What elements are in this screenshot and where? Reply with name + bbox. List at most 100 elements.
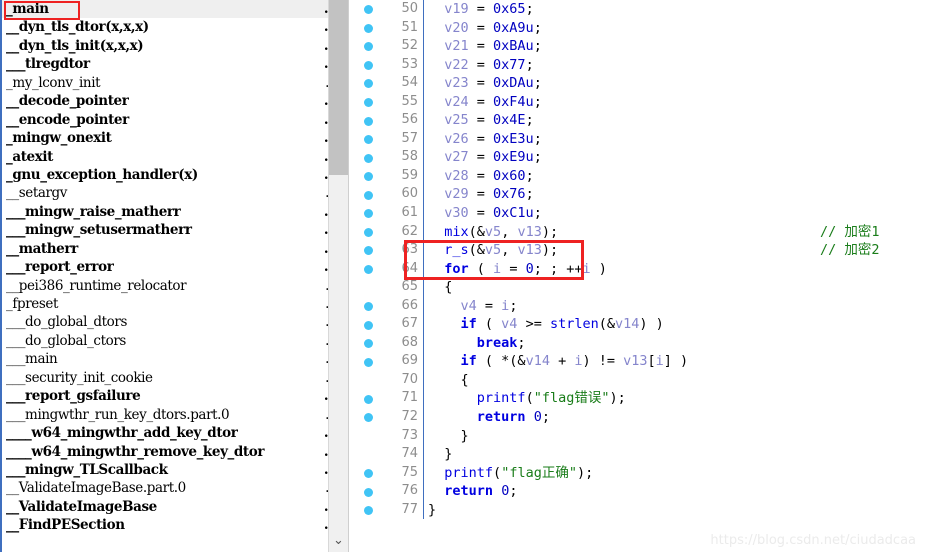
panel-divider[interactable] [348,0,356,552]
code-line[interactable]: 50 v19 = 0x65; [356,0,926,19]
code-line[interactable]: 61 v30 = 0xC1u; [356,204,926,223]
function-list-item[interactable]: __pei386_runtime_relocator.t [2,277,334,295]
code-line[interactable]: 63 r_s(&v5, v13); // 加密2 [356,241,926,260]
line-number: 50 [401,1,418,16]
code-line[interactable]: 69 if ( *(&v14 + i) != v13[i] ) [356,352,926,371]
code-line[interactable]: 60 v29 = 0x76; [356,185,926,205]
breakpoint-dot-icon[interactable] [364,320,373,330]
breakpoint-dot-icon[interactable] [364,42,373,52]
function-list-item[interactable]: __matherr.t [2,240,334,258]
function-list-item[interactable]: ___mingw_raise_matherr.t [2,203,334,221]
gutter-separator [423,445,424,464]
function-list-item[interactable]: __dyn_tls_init(x,x,x).t [2,37,334,55]
function-list-item[interactable]: _main.t [2,0,334,19]
function-list-item[interactable]: ___security_init_cookie.t [2,369,334,387]
function-list-item[interactable]: ___do_global_dtors.t [2,313,334,331]
breakpoint-dot-icon[interactable] [364,135,373,145]
breakpoint-dot-icon[interactable] [364,98,373,108]
code-gutter: 63 [356,241,424,260]
code-line[interactable]: 77} [356,500,926,520]
breakpoint-dot-icon[interactable] [364,413,373,423]
code-line[interactable]: 54 v23 = 0xDAu; [356,74,926,93]
code-line[interactable]: 53 v22 = 0x77; [356,55,926,75]
breakpoint-dot-icon[interactable] [364,394,373,404]
code-line[interactable]: 56 v25 = 0x4E; [356,111,926,130]
breakpoint-dot-icon[interactable] [364,153,373,163]
code-line[interactable]: 73 } [356,426,926,446]
code-line[interactable]: 65 { [356,278,926,297]
code-line[interactable]: 52 v21 = 0xBAu; [356,37,926,56]
code-line[interactable]: 68 break; [356,333,926,353]
code-line[interactable]: 71 printf("flag错误"); [356,389,926,409]
function-list-item[interactable]: ___report_error.t [2,258,334,276]
code-line[interactable]: 59 v28 = 0x60; [356,166,926,186]
code-line[interactable]: 57 v26 = 0xE3u; [356,129,926,149]
breakpoint-dot-icon[interactable] [364,209,373,219]
function-list-item[interactable]: ___mingw_setusermatherr.t [2,221,334,239]
function-list-item[interactable]: _fpreset.t [2,295,334,313]
function-list-item[interactable]: ___mingwthr_run_key_dtors.part.0.t [2,406,334,424]
breakpoint-dot-icon[interactable] [364,264,373,274]
code-line[interactable]: 67 if ( v4 >= strlen(&v14) ) [356,315,926,334]
breakpoint-dot-icon[interactable] [364,468,373,478]
code-line[interactable]: 58 v27 = 0xE9u; [356,148,926,167]
breakpoint-dot-icon[interactable] [364,357,373,367]
code-line[interactable]: 70 { [356,370,926,390]
function-list-item[interactable]: ___do_global_ctors.t [2,332,334,350]
breakpoint-dot-icon[interactable] [364,190,373,200]
code-line[interactable]: 51 v20 = 0xA9u; [356,18,926,38]
breakpoint-dot-icon[interactable] [364,302,373,312]
function-list-item[interactable]: __setargv.t [2,184,334,202]
code-line[interactable]: 64 for ( i = 0; ; ++i ) [356,259,926,279]
code-token-pl: = [501,260,526,277]
function-list-item[interactable]: _atexit.t [2,148,334,166]
breakpoint-dot-icon[interactable] [364,506,373,516]
code-text: { [428,371,469,390]
function-list-item[interactable]: ___report_gsfailure.t [2,387,334,405]
gutter-separator [423,148,424,167]
function-list-item[interactable]: __dyn_tls_dtor(x,x,x).t [2,18,334,36]
code-line[interactable]: 74 } [356,445,926,464]
code-token-pl: = [468,167,494,184]
code-line[interactable]: 62 mix(&v5, v13); // 加密1 [356,222,926,242]
breakpoint-dot-icon[interactable] [364,487,373,497]
function-list-item[interactable]: ___main.t [2,350,334,368]
breakpoint-dot-icon[interactable] [364,339,373,349]
breakpoint-dot-icon[interactable] [364,172,373,182]
functions-list[interactable]: _main.t__dyn_tls_dtor(x,x,x).t__dyn_tls_… [2,0,334,535]
breakpoint-dot-icon[interactable] [364,60,373,70]
code-line[interactable]: 66 v4 = i; [356,296,926,316]
code-token-pl: ; [525,56,534,73]
function-list-item[interactable]: ____w64_mingwthr_add_key_dtor.t [2,424,334,442]
function-list-item[interactable]: ___tlregdtor.t [2,55,334,73]
function-list-item[interactable]: __decode_pointer.t [2,92,334,110]
function-list-item[interactable]: __encode_pointer.t [2,111,334,129]
breakpoint-dot-icon[interactable] [364,227,373,237]
function-list-item[interactable]: __ValidateImageBase.part.0.t [2,479,334,497]
breakpoint-dot-icon[interactable] [364,246,373,256]
code-line[interactable]: 75 printf("flag正确"); [356,463,926,483]
code-line[interactable]: 76 return 0; [356,482,926,501]
line-number: 74 [401,446,418,462]
functions-list-scrollbar[interactable]: ⌄ [328,0,348,552]
function-list-item[interactable]: ____w64_mingwthr_remove_key_dtor.t [2,443,334,461]
code-token-pl: (& [468,223,485,240]
code-line[interactable]: 55 v24 = 0xF4u; [356,92,926,112]
functions-list-scrollbar-thumb[interactable] [329,0,348,175]
function-list-item[interactable]: ___mingw_TLScallback.t [2,461,334,479]
code-token-v: v21 [444,38,469,55]
function-list-item[interactable]: __FindPESection.t [2,516,334,534]
function-list-item[interactable]: _gnu_exception_handler(x).t [2,166,334,184]
function-list-item[interactable]: _my_lconv_init.t [2,74,334,92]
gutter-separator [423,278,424,297]
function-list-item[interactable]: _mingw_onexit.t [2,129,334,147]
function-list-item[interactable]: __ValidateImageBase.t [2,498,334,516]
breakpoint-dot-icon[interactable] [364,79,373,89]
code-text: v4 = i; [428,297,518,316]
pseudocode-panel[interactable]: 50 v19 = 0x65; 51 v20 = 0xA9u; 52 v21 = 0x… [356,0,926,552]
chevron-down-icon[interactable]: ⌄ [329,532,348,550]
breakpoint-dot-icon[interactable] [364,116,373,126]
code-line[interactable]: 72 return 0; [356,408,926,427]
breakpoint-dot-icon[interactable] [364,23,373,33]
breakpoint-dot-icon[interactable] [364,5,373,15]
